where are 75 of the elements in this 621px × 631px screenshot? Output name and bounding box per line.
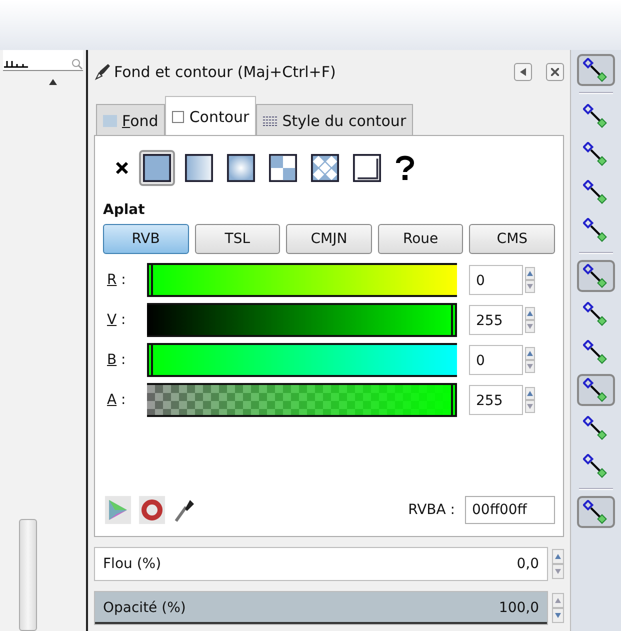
mode-button[interactable]: RVB xyxy=(103,224,189,254)
slider-thumb[interactable] xyxy=(451,305,457,335)
mode-button[interactable]: CMJN xyxy=(286,224,372,254)
channel-label: B : xyxy=(106,352,127,368)
close-icon xyxy=(551,68,559,76)
slider-thumb[interactable] xyxy=(147,345,153,375)
zoom-icon[interactable] xyxy=(71,58,83,70)
radial-gradient-icon xyxy=(227,154,255,182)
color-wheel-icon[interactable] xyxy=(139,496,165,524)
color-slider[interactable] xyxy=(147,263,457,297)
eyedropper-icon[interactable] xyxy=(173,497,195,523)
diamond-pattern-icon xyxy=(311,154,339,182)
section-title: Aplat xyxy=(103,202,146,218)
question-mark-icon xyxy=(395,155,415,181)
dashed-lines-icon xyxy=(263,116,278,126)
node-arrow-icon xyxy=(583,180,609,204)
flat-paint-button[interactable] xyxy=(139,150,175,186)
framed-square-icon xyxy=(353,154,381,182)
x-icon xyxy=(115,161,129,175)
snap-button[interactable] xyxy=(577,260,615,292)
slider-thumb[interactable] xyxy=(147,265,153,295)
spin-arrows[interactable] xyxy=(525,307,535,333)
channel-label: R : xyxy=(106,272,127,288)
channel-label: A : xyxy=(106,392,127,408)
mode-button[interactable]: CMS xyxy=(469,224,555,254)
value-field[interactable]: 255 xyxy=(469,305,523,335)
snap-button[interactable] xyxy=(577,496,615,528)
snap-button[interactable] xyxy=(577,54,615,86)
slider-thumb[interactable] xyxy=(451,385,457,415)
node-arrow-icon xyxy=(583,500,609,524)
tab[interactable]: Contour xyxy=(165,96,256,136)
node-arrow-icon xyxy=(583,58,609,82)
tab[interactable]: Style du contour xyxy=(256,104,414,136)
scrollbar-thumb[interactable] xyxy=(19,519,37,631)
node-arrow-icon xyxy=(583,454,609,478)
value-field[interactable]: 0 xyxy=(469,345,523,375)
flat-color-icon xyxy=(143,154,171,182)
close-button[interactable] xyxy=(546,63,564,81)
collapse-button[interactable] xyxy=(514,63,532,81)
linear-gradient-icon xyxy=(185,154,213,182)
node-arrow-icon xyxy=(583,218,609,242)
node-arrow-icon xyxy=(583,340,609,364)
node-arrow-icon xyxy=(583,142,609,166)
paintbrush-icon xyxy=(94,63,112,81)
dialog-title: Fond et contour (Maj+Ctrl+F) xyxy=(114,63,336,81)
node-arrow-icon xyxy=(583,416,609,440)
spin-arrows[interactable] xyxy=(552,549,564,579)
spin-arrows[interactable] xyxy=(525,347,535,373)
spin-arrows[interactable] xyxy=(552,593,564,623)
scroll-up-icon[interactable] xyxy=(49,79,57,85)
tab[interactable]: Fond xyxy=(96,104,166,136)
triangle-left-icon xyxy=(520,68,526,76)
mode-button[interactable]: TSL xyxy=(194,224,280,254)
square-outline-icon xyxy=(172,110,184,122)
node-arrow-icon xyxy=(583,302,609,326)
spin-arrows[interactable] xyxy=(525,267,535,293)
spin-arrows[interactable] xyxy=(525,387,535,413)
node-arrow-icon xyxy=(583,104,609,128)
ruler-icon xyxy=(3,58,29,68)
value-field[interactable]: 255 xyxy=(469,385,523,415)
color-slider[interactable] xyxy=(147,383,457,417)
color-slider[interactable] xyxy=(147,343,457,377)
opacity-field[interactable]: Opacité (%) 100,0 xyxy=(94,591,548,625)
mode-button[interactable]: Roue xyxy=(378,224,464,254)
channel-label: V : xyxy=(106,312,127,328)
value-field[interactable]: 0 xyxy=(469,265,523,295)
rgba-field[interactable]: 00ff00ff xyxy=(465,496,555,524)
color-slider[interactable] xyxy=(147,303,457,337)
node-arrow-icon xyxy=(583,378,609,402)
quadrant-squares-icon xyxy=(269,154,297,182)
snap-button[interactable] xyxy=(577,374,615,406)
rgba-label: RVBA : xyxy=(408,502,455,518)
blur-field[interactable]: Flou (%) 0,0 xyxy=(94,547,548,581)
fill-swatch-icon xyxy=(103,114,117,126)
node-arrow-icon xyxy=(583,264,609,288)
